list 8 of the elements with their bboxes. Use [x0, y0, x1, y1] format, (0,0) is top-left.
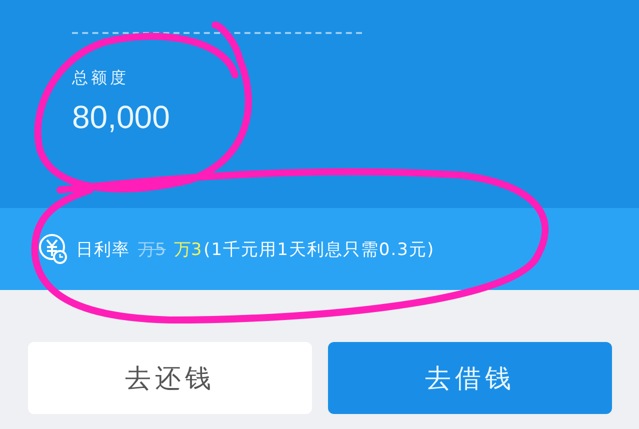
repay-button[interactable]: 去还钱	[28, 342, 312, 414]
new-rate: 万3	[174, 238, 202, 260]
rate-label: 日利率	[76, 238, 130, 260]
credit-amount: 80,000	[72, 99, 170, 136]
yuan-clock-icon	[38, 233, 68, 265]
rate-note: (1千元用1天利息只需0.3元)	[204, 238, 435, 260]
credit-label: 总额度	[72, 68, 129, 89]
old-rate: 万5	[138, 238, 166, 260]
